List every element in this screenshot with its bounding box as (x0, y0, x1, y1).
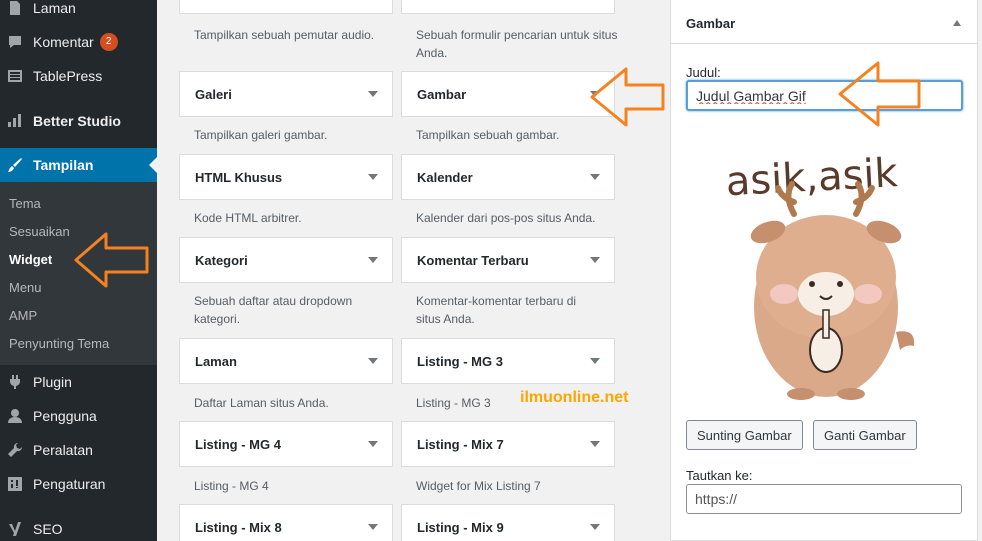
page-icon (7, 0, 23, 16)
widget-pencarian[interactable] (401, 0, 615, 14)
menu-item-pengaturan[interactable]: Pengaturan (0, 467, 157, 501)
widget-title: Kategori (195, 253, 248, 268)
widget-title: Laman (195, 354, 237, 369)
menu-item-tampilan[interactable]: Tampilan (0, 148, 157, 182)
widget-listing-mix8[interactable]: Listing - Mix 8 (179, 504, 393, 541)
widget-gambar[interactable]: Gambar (401, 71, 615, 117)
chevron-down-icon[interactable] (368, 91, 378, 97)
chevron-up-icon[interactable] (953, 20, 961, 26)
widget-title: Komentar Terbaru (417, 253, 529, 268)
menu-item-seo[interactable]: SEO (0, 512, 157, 541)
chevron-down-icon[interactable] (368, 441, 378, 447)
chevron-down-icon[interactable] (368, 524, 378, 530)
widget-desc: Sebuah formulir pencarian untuk situs An… (416, 28, 618, 60)
gambar-widget-panel: Gambar Judul: asik,asik (670, 0, 978, 541)
widget-title: Listing - MG 3 (417, 354, 503, 369)
widget-desc: Sebuah daftar atau dropdown kategori. (194, 294, 353, 326)
widget-listing-mix7[interactable]: Listing - Mix 7 (401, 421, 615, 467)
widget-komentar-terbaru[interactable]: Komentar Terbaru (401, 237, 615, 283)
chevron-down-icon[interactable] (590, 524, 600, 530)
chevron-down-icon[interactable] (590, 257, 600, 263)
chevron-down-icon[interactable] (590, 441, 600, 447)
widget-listing-mix9[interactable]: Listing - Mix 9 (401, 504, 615, 541)
widget-title: Galeri (195, 87, 232, 102)
widget-title: Listing - MG 4 (195, 437, 281, 452)
sunting-gambar-button[interactable]: Sunting Gambar (686, 420, 803, 450)
comment-count-badge: 2 (99, 33, 118, 51)
chevron-down-icon[interactable] (590, 174, 600, 180)
widget-title: HTML Khusus (195, 170, 283, 185)
table-icon (7, 68, 23, 84)
image-preview: asik,asik (686, 132, 963, 408)
menu-item-laman[interactable]: Laman (0, 0, 157, 25)
chart-icon (7, 113, 23, 129)
widget-desc: Kalender dari pos-pos situs Anda. (416, 211, 596, 225)
sticker-text: asik,asik (725, 150, 900, 205)
widget-desc: Tampilkan sebuah gambar. (416, 128, 560, 142)
widget-title: Listing - Mix 9 (417, 520, 504, 535)
menu-item-better-studio[interactable]: Better Studio (0, 104, 157, 138)
widget-title: Gambar (417, 87, 467, 102)
menu-item-peralatan[interactable]: Peralatan (0, 433, 157, 467)
chevron-down-icon[interactable] (368, 174, 378, 180)
submenu-amp[interactable]: AMP (9, 308, 37, 323)
widget-desc: Tampilkan sebuah pemutar audio. (194, 28, 375, 42)
submenu-sesuaikan[interactable]: Sesuaikan (9, 224, 70, 239)
watermark: ilmuonline.net (520, 389, 629, 406)
arrow-annotation-gambar (590, 67, 665, 127)
panel-title: Gambar (686, 16, 736, 31)
widget-desc: Kode HTML arbitrer. (194, 211, 302, 225)
widget-title: Listing - Mix 8 (195, 520, 282, 535)
widget-listing-mg3[interactable]: Listing - MG 3 (401, 338, 615, 384)
settings-icon (7, 476, 23, 492)
widget-desc: Listing - MG 4 (194, 479, 269, 493)
widget-title: Listing - Mix 7 (417, 437, 504, 452)
ganti-gambar-button[interactable]: Ganti Gambar (813, 420, 917, 450)
widget-audio[interactable] (179, 0, 393, 14)
link-url-input[interactable] (686, 484, 962, 514)
widget-title: Kalender (417, 170, 473, 185)
user-icon (7, 408, 23, 424)
brush-icon (7, 157, 23, 173)
widget-listing-mg4[interactable]: Listing - MG 4 (179, 421, 393, 467)
tautkan-label: Tautkan ke: (686, 468, 753, 483)
widget-kalender[interactable]: Kalender (401, 154, 615, 200)
yoast-icon (7, 521, 23, 537)
widget-html-khusus[interactable]: HTML Khusus (179, 154, 393, 200)
panel-header[interactable]: Gambar (671, 0, 977, 44)
arrow-annotation-widget (74, 232, 149, 288)
active-menu-notch (149, 157, 157, 173)
comment-icon (7, 34, 23, 50)
widget-kategori[interactable]: Kategori (179, 237, 393, 283)
widget-desc: Komentar-komentar terbaru di situs Anda. (416, 294, 577, 326)
widget-desc: Daftar Laman situs Anda. (194, 396, 329, 410)
menu-item-tablepress[interactable]: TablePress (0, 59, 157, 93)
submenu-widget[interactable]: Widget (9, 252, 52, 267)
menu-item-plugin[interactable]: Plugin (0, 365, 157, 399)
submenu-penyunting-tema[interactable]: Penyunting Tema (9, 336, 109, 351)
menu-item-pengguna[interactable]: Pengguna (0, 399, 157, 433)
submenu-menu[interactable]: Menu (9, 280, 42, 295)
arrow-annotation-judul (838, 61, 921, 127)
deer-sticker-image: asik,asik (725, 150, 915, 400)
widget-desc: Widget for Mix Listing 7 (416, 479, 541, 493)
widget-desc: Tampilkan galeri gambar. (194, 128, 328, 142)
plugin-icon (7, 374, 23, 390)
wrench-icon (7, 442, 23, 458)
chevron-down-icon[interactable] (368, 358, 378, 364)
menu-item-komentar[interactable]: Komentar 2 (0, 25, 157, 59)
judul-label: Judul: (686, 65, 721, 80)
widget-galeri[interactable]: Galeri (179, 71, 393, 117)
widget-laman[interactable]: Laman (179, 338, 393, 384)
submenu-tema[interactable]: Tema (9, 196, 41, 211)
chevron-down-icon[interactable] (590, 358, 600, 364)
chevron-down-icon[interactable] (368, 257, 378, 263)
